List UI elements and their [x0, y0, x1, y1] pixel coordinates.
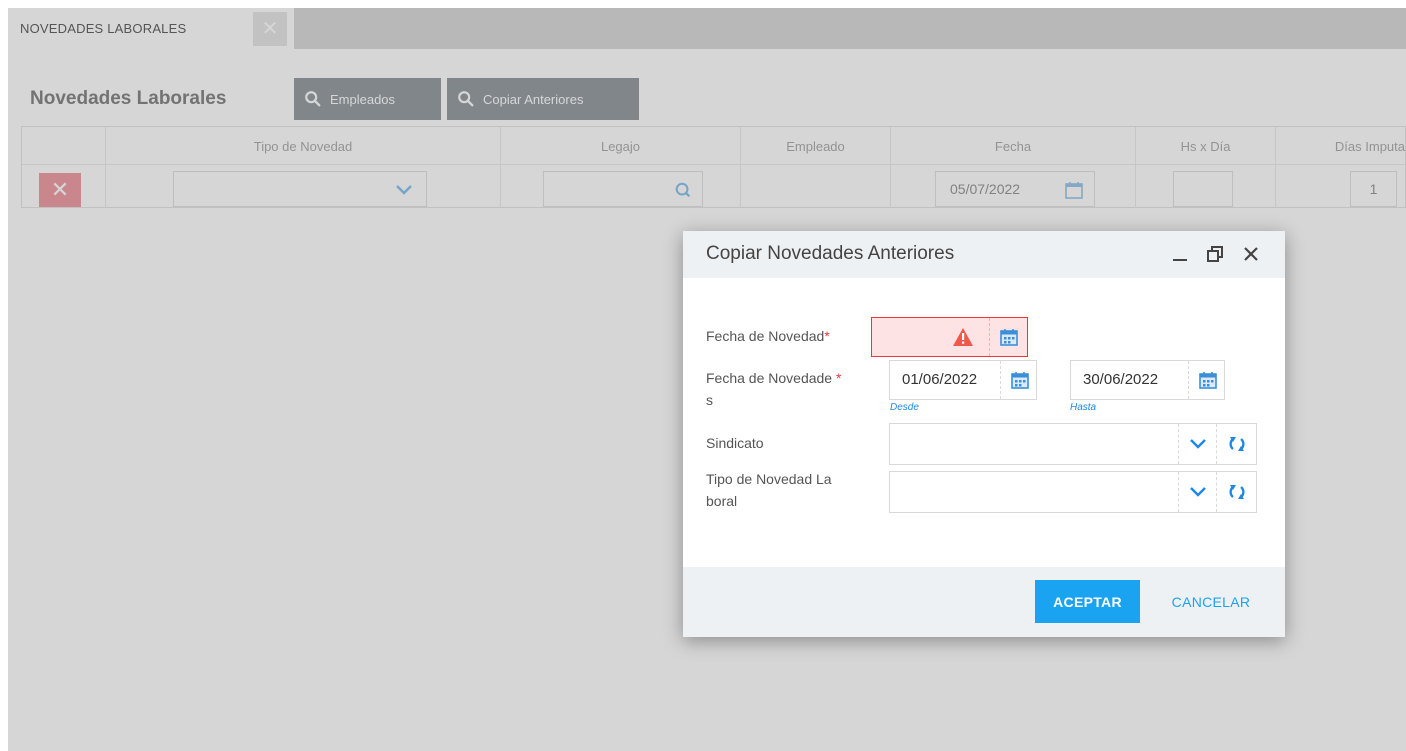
required-mark: * [835, 370, 842, 386]
fecha-novedad-calendar-button[interactable] [989, 318, 1027, 356]
refresh-icon [1228, 485, 1245, 499]
restore-icon[interactable] [1200, 239, 1230, 269]
warning-icon [953, 328, 973, 346]
fecha-novedad-input[interactable] [871, 317, 1028, 357]
chevron-down-icon [1189, 439, 1206, 449]
fecha-desde-input[interactable]: 01/06/2022 [889, 360, 1037, 400]
fecha-hasta-input[interactable]: 30/06/2022 [1070, 360, 1225, 400]
close-icon[interactable] [1236, 239, 1266, 269]
sindicato-refresh-button[interactable] [1216, 424, 1256, 464]
hasta-hint: Hasta [1070, 402, 1097, 413]
fecha-desde-value: 01/06/2022 [902, 371, 978, 388]
desde-hint: Desde [890, 402, 919, 413]
refresh-icon [1228, 437, 1245, 451]
required-mark: * [824, 328, 830, 344]
fecha-novedad-label-text: Fecha de Novedad [706, 328, 825, 344]
sindicato-label: Sindicato [706, 435, 764, 451]
tipo-novedad-label-line2: boral [706, 493, 738, 509]
tipo-novedad-label-line1: Tipo de Novedad La [706, 471, 832, 487]
fecha-desde-calendar-button[interactable] [1000, 361, 1038, 399]
fecha-hasta-value: 30/06/2022 [1083, 371, 1159, 388]
minimize-icon[interactable] [1165, 239, 1195, 269]
fecha-novedad-label: Fecha de Novedad* [706, 325, 830, 347]
calendar-icon [999, 329, 1018, 346]
sindicato-select[interactable] [889, 423, 1257, 465]
tipo-novedad-refresh-button[interactable] [1216, 472, 1256, 512]
tipo-novedad-dropdown-button[interactable] [1178, 472, 1216, 512]
tipo-novedad-label: Tipo de Novedad La boral [706, 468, 832, 512]
sindicato-dropdown-button[interactable] [1178, 424, 1216, 464]
fecha-novedades-label-line2: s [706, 392, 713, 408]
tipo-novedad-laboral-select[interactable] [889, 471, 1257, 513]
calendar-icon [1010, 372, 1029, 389]
copiar-novedades-dialog: Copiar Novedades Anteriores Fecha de Nov… [683, 231, 1285, 637]
dialog-title: Copiar Novedades Anteriores [706, 243, 955, 264]
chevron-down-icon [1189, 487, 1206, 497]
dialog-footer: ACEPTAR CANCELAR [683, 567, 1285, 637]
fecha-novedades-label-line1: Fecha de Novedade [706, 370, 833, 386]
cancelar-button[interactable]: CANCELAR [1161, 580, 1261, 623]
fecha-hasta-calendar-button[interactable] [1188, 361, 1226, 399]
calendar-icon [1198, 372, 1217, 389]
aceptar-button[interactable]: ACEPTAR [1035, 580, 1140, 623]
fecha-novedades-label: Fecha de Novedade * s [706, 367, 841, 411]
dialog-header: Copiar Novedades Anteriores [683, 231, 1285, 278]
